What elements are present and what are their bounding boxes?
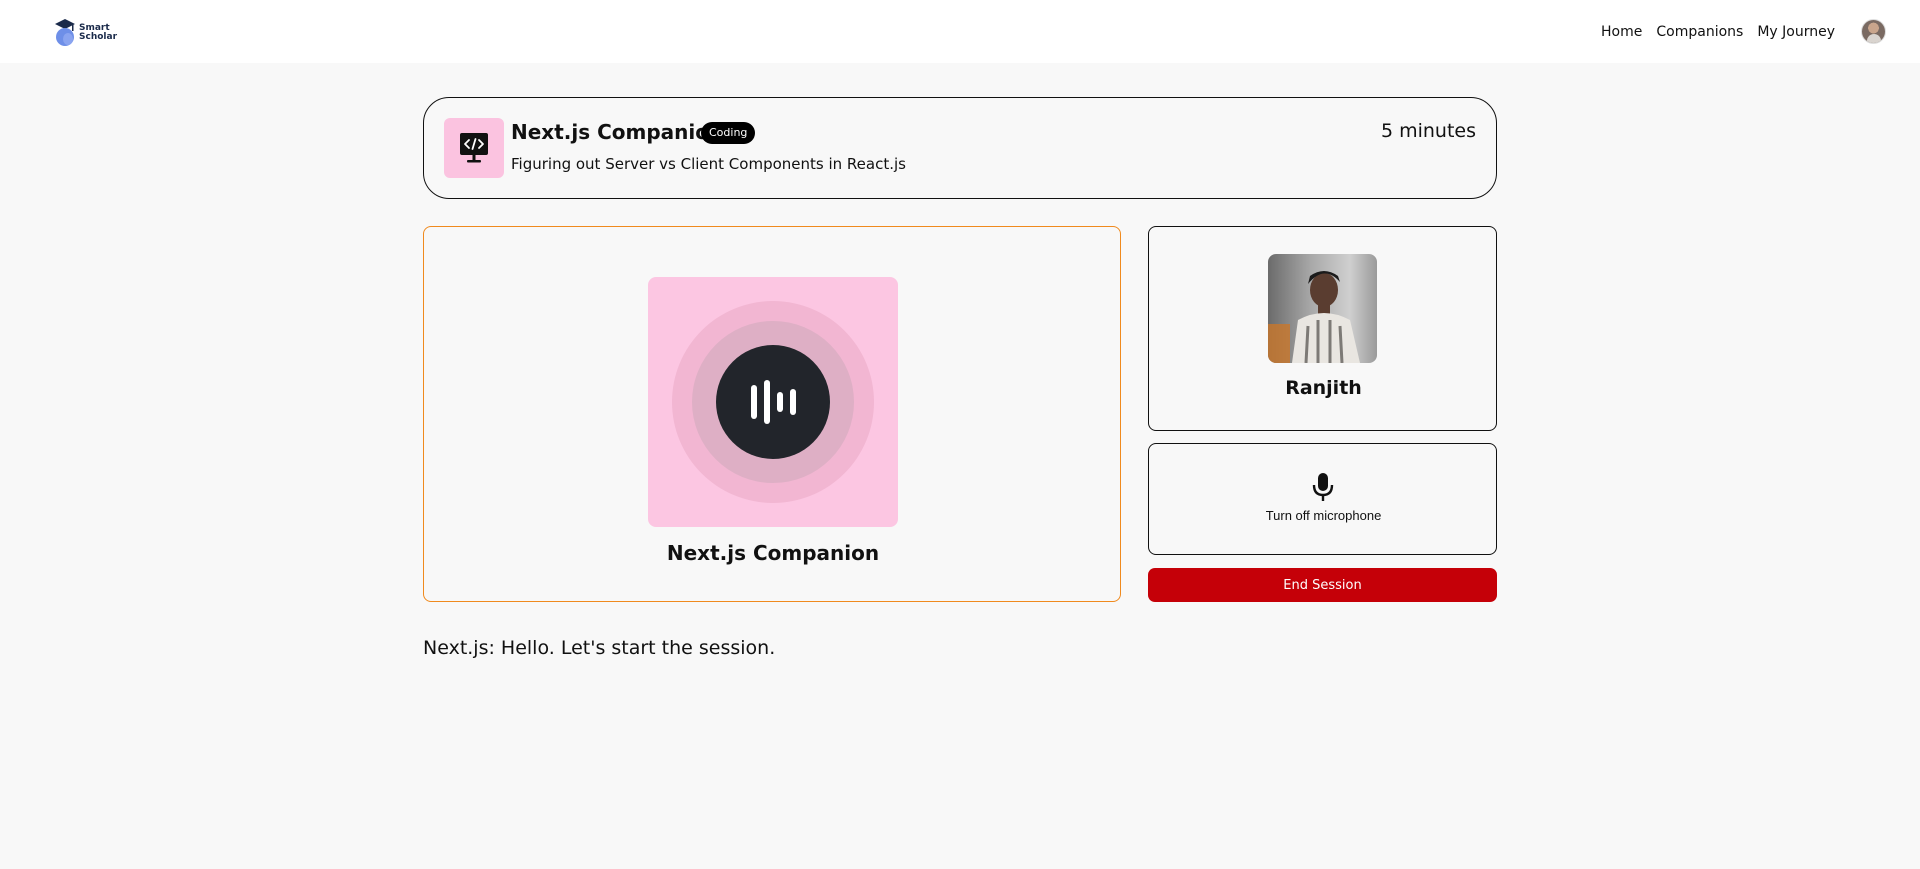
companion-topic: Figuring out Server vs Client Components…	[511, 155, 906, 173]
subject-icon-box	[444, 118, 504, 178]
nav-link-my-journey[interactable]: My Journey	[1757, 24, 1835, 40]
nav-link-companions[interactable]: Companions	[1656, 24, 1743, 40]
user-photo	[1268, 254, 1377, 363]
user-avatar[interactable]	[1861, 19, 1886, 44]
logo-line2: Scholar	[79, 31, 118, 42]
microphone-label: Turn off microphone	[1265, 508, 1382, 523]
code-monitor-icon	[460, 133, 488, 163]
toggle-microphone-button[interactable]: Turn off microphone	[1148, 443, 1497, 555]
nav-links: Home Companions My Journey	[1601, 19, 1886, 44]
session-duration: 5 minutes	[1380, 120, 1476, 142]
navbar: Smart Scholar Home Companions My Journey	[0, 0, 1920, 63]
transcript-message: Next.js: Hello. Let's start the session.	[423, 637, 776, 659]
companion-header-card: Next.js Companion Coding Figuring out Se…	[423, 97, 1497, 199]
companion-panel: Next.js Companion	[423, 226, 1121, 602]
microphone-icon	[1312, 473, 1334, 501]
logo-text: Smart Scholar	[79, 23, 118, 42]
companion-avatar	[648, 277, 898, 527]
nav-link-home[interactable]: Home	[1601, 24, 1642, 40]
end-session-button[interactable]: End Session	[1148, 568, 1497, 602]
transcript: Next.js: Hello. Let's start the session.	[423, 636, 1497, 660]
user-card: Ranjith	[1148, 226, 1497, 431]
sound-wave-icon	[716, 345, 830, 459]
logo[interactable]: Smart Scholar	[53, 17, 117, 47]
companion-name: Next.js Companion	[666, 541, 880, 565]
subject-badge: Coding	[701, 122, 756, 144]
companion-title: Next.js Companion	[511, 120, 724, 144]
user-name: Ranjith	[1285, 377, 1362, 399]
logo-icon	[55, 18, 75, 46]
